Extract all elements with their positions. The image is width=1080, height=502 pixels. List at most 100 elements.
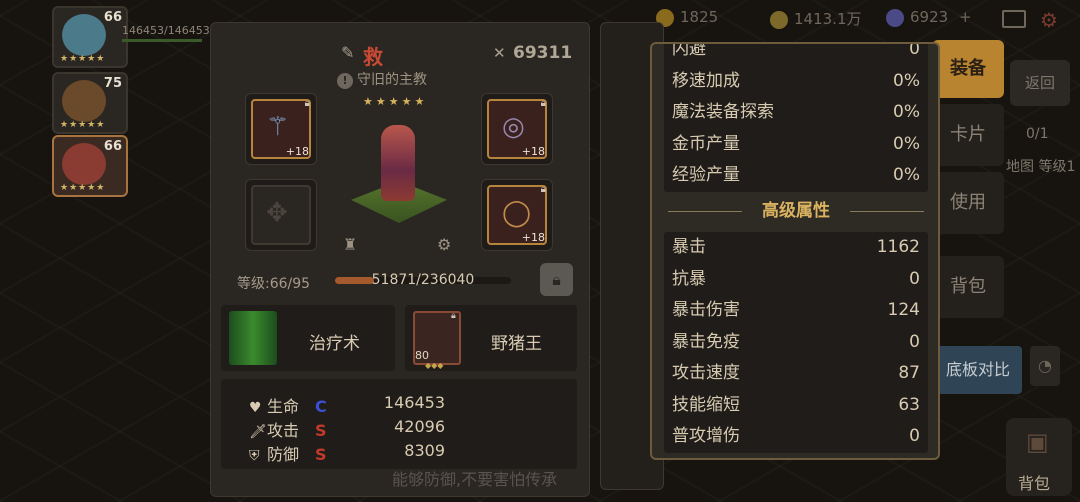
gears-icon[interactable]: ⚙ (437, 235, 451, 254)
stat-hp: ♥ 生命 C 146453 (249, 393, 445, 416)
hero-stars: ★★★★★ (60, 183, 106, 193)
attr-row: 闪避 0 (672, 42, 920, 59)
attr-row: 移速加成 0% (672, 70, 920, 91)
resource-gems: 6923 + (886, 8, 972, 27)
hero-portrait (62, 143, 106, 185)
card-diamonds: ◆◆◆ (425, 361, 444, 370)
lightbulb-icon[interactable]: ◔ (1030, 346, 1060, 386)
rename-pencil-icon[interactable]: ✎ (341, 43, 359, 62)
hero-name: 救 (363, 45, 383, 69)
skill-name: 治疗术 (309, 334, 360, 354)
hero-power: 69311 (513, 43, 573, 63)
equip-slot-empty[interactable]: ✥ (245, 179, 317, 251)
attr-row: 魔法装备探索 0% (672, 102, 920, 122)
lock-icon: 🔒︎ (540, 98, 546, 109)
attr-row: 经验产量 0% (672, 165, 920, 185)
lock-icon: 🔒︎ (451, 311, 456, 321)
lock-icon: 🔒︎ (552, 270, 561, 289)
hero-portrait (62, 14, 106, 56)
hero-level: 66 (103, 10, 122, 25)
hero-portrait (62, 80, 106, 122)
stat-grade: C (315, 397, 327, 416)
stat-value: 8309 (404, 441, 445, 460)
attr-row: 暴击免疫 0 (672, 331, 920, 352)
backpack-button[interactable]: ▣ 背包 (1006, 418, 1072, 496)
attr-row: 技能缩短 63 (672, 394, 920, 415)
add-gems-button[interactable]: + (959, 8, 972, 26)
return-button[interactable]: 返回 (1010, 60, 1070, 106)
attr-row: 普攻增伤 0 (672, 426, 920, 446)
attr-row: 暴击 1162 (672, 237, 920, 257)
hero-model (351, 113, 447, 223)
coin-icon (770, 10, 788, 29)
hint-text: 能够防御,不要害怕传承 (392, 470, 558, 489)
attr-row: 暴击伤害 124 (672, 300, 920, 320)
hero-card-3[interactable]: 66 ★★★★★ (52, 135, 128, 197)
backpack-icon: ▣ (1026, 428, 1049, 456)
bracelet-icon: ◎ (502, 112, 525, 142)
hero-level: 75 (103, 76, 122, 91)
settings-gear-icon[interactable]: ⚙ (1040, 8, 1058, 32)
hero-sprite (381, 125, 415, 201)
card-button[interactable]: 卡片 (932, 104, 1004, 166)
hero-card-2[interactable]: 75 ★★★★★ (52, 72, 128, 134)
map-level-label: 地图 等级1 (1006, 159, 1076, 175)
hero-level: 66 (103, 139, 122, 154)
attr-row: 金币产量 0% (672, 133, 920, 154)
enhance-level: +18 (285, 145, 309, 158)
swords-icon: ✕ (493, 44, 506, 62)
skill-name: 野猪王 (491, 334, 542, 354)
base-stats: ♥ 生命 C 146453 🗡︎攻击 S 42096 ⛨ 防御 S 8309 (221, 379, 577, 469)
skill-card-1[interactable]: 治疗术 (221, 305, 395, 371)
enhance-level: +18 (521, 231, 545, 244)
count-label: 0/1 (1026, 126, 1049, 142)
hero-star-rating: ★★★★★ (363, 95, 428, 108)
warning-icon: ! (337, 73, 353, 89)
resource-coins: 1413.1万 (770, 8, 862, 29)
hero-title: ! 守旧的主教 (337, 69, 427, 89)
stat-attack: 🗡︎攻击 S 42096 (249, 417, 445, 440)
equip-slot-ring[interactable]: ◯ 🔒︎ +18 (481, 179, 553, 251)
hero-level-label: 等级:66/95 (237, 276, 311, 292)
statue-icon[interactable]: ♜ (343, 235, 357, 254)
hero-hp-bar (122, 39, 202, 42)
attr-row: 抗暴 0 (672, 268, 920, 289)
sword-icon: 🗡︎ (249, 424, 267, 440)
mail-icon[interactable] (1002, 10, 1026, 28)
advanced-attributes-title: 高级属性 (664, 196, 928, 226)
equip-slot-weapon[interactable]: ⚚ 🔒︎ +18 (245, 93, 317, 165)
scepter-icon: ⚚ (266, 112, 290, 142)
armor-placeholder-icon: ✥ (266, 198, 288, 228)
stat-defense: ⛨ 防御 S 8309 (249, 441, 445, 464)
use-button[interactable]: 使用 (932, 172, 1004, 234)
stat-value: 42096 (394, 417, 445, 436)
stat-grade: S (315, 421, 327, 440)
heal-skill-icon (229, 311, 277, 365)
hero-hp-text: 146453/146453 (122, 24, 210, 37)
enhance-level: +18 (521, 145, 545, 158)
basic-attributes: 闪避 0 移速加成 0% 魔法装备探索 0% 金币产量 0% 经验产量 0% (664, 42, 928, 192)
lock-icon: 🔒︎ (540, 184, 546, 195)
hero-stars: ★★★★★ (60, 54, 106, 64)
compare-button[interactable]: 底板对比 (934, 346, 1022, 394)
attr-row: 攻击速度 87 (672, 363, 920, 383)
skill-card-2[interactable]: 80 ◆◆◆ 🔒︎ 野猪王 (405, 305, 577, 371)
shield-icon: ⛨ (249, 448, 260, 464)
bag-button[interactable]: 背包 (932, 256, 1004, 318)
xp-text: 51871/236040 (371, 272, 475, 288)
advanced-attributes: 暴击 1162 抗暴 0 暴击伤害 124 暴击免疫 0 攻击速度 87 技能缩短 63 普… (664, 232, 928, 453)
hero-card-1[interactable]: 66 ★★★★★ (52, 6, 128, 68)
stat-grade: S (315, 445, 327, 464)
equip-button[interactable]: 装备 (932, 40, 1004, 98)
attributes-popup: 闪避 0 移速加成 0% 魔法装备探索 0% 金币产量 0% 经验产量 0% 高级属性 暴… (650, 42, 940, 460)
hero-stars: ★★★★★ (60, 120, 106, 130)
equip-slot-bracelet[interactable]: ◎ 🔒︎ +18 (481, 93, 553, 165)
hero-detail-panel: ✎ 救 ✕ 69311 ! 守旧的主教 ★★★★★ ⚚ 🔒︎ +18 ✥ ◎ 🔒︎… (210, 22, 590, 497)
gem-icon (886, 8, 904, 27)
lock-icon: 🔒︎ (304, 98, 310, 109)
ring-icon: ◯ (502, 198, 532, 228)
stat-value: 146453 (383, 393, 445, 412)
resource-gold: 1825 (656, 8, 718, 27)
lock-button[interactable]: 🔒︎ (540, 263, 573, 296)
heart-icon: ♥ (249, 400, 262, 416)
